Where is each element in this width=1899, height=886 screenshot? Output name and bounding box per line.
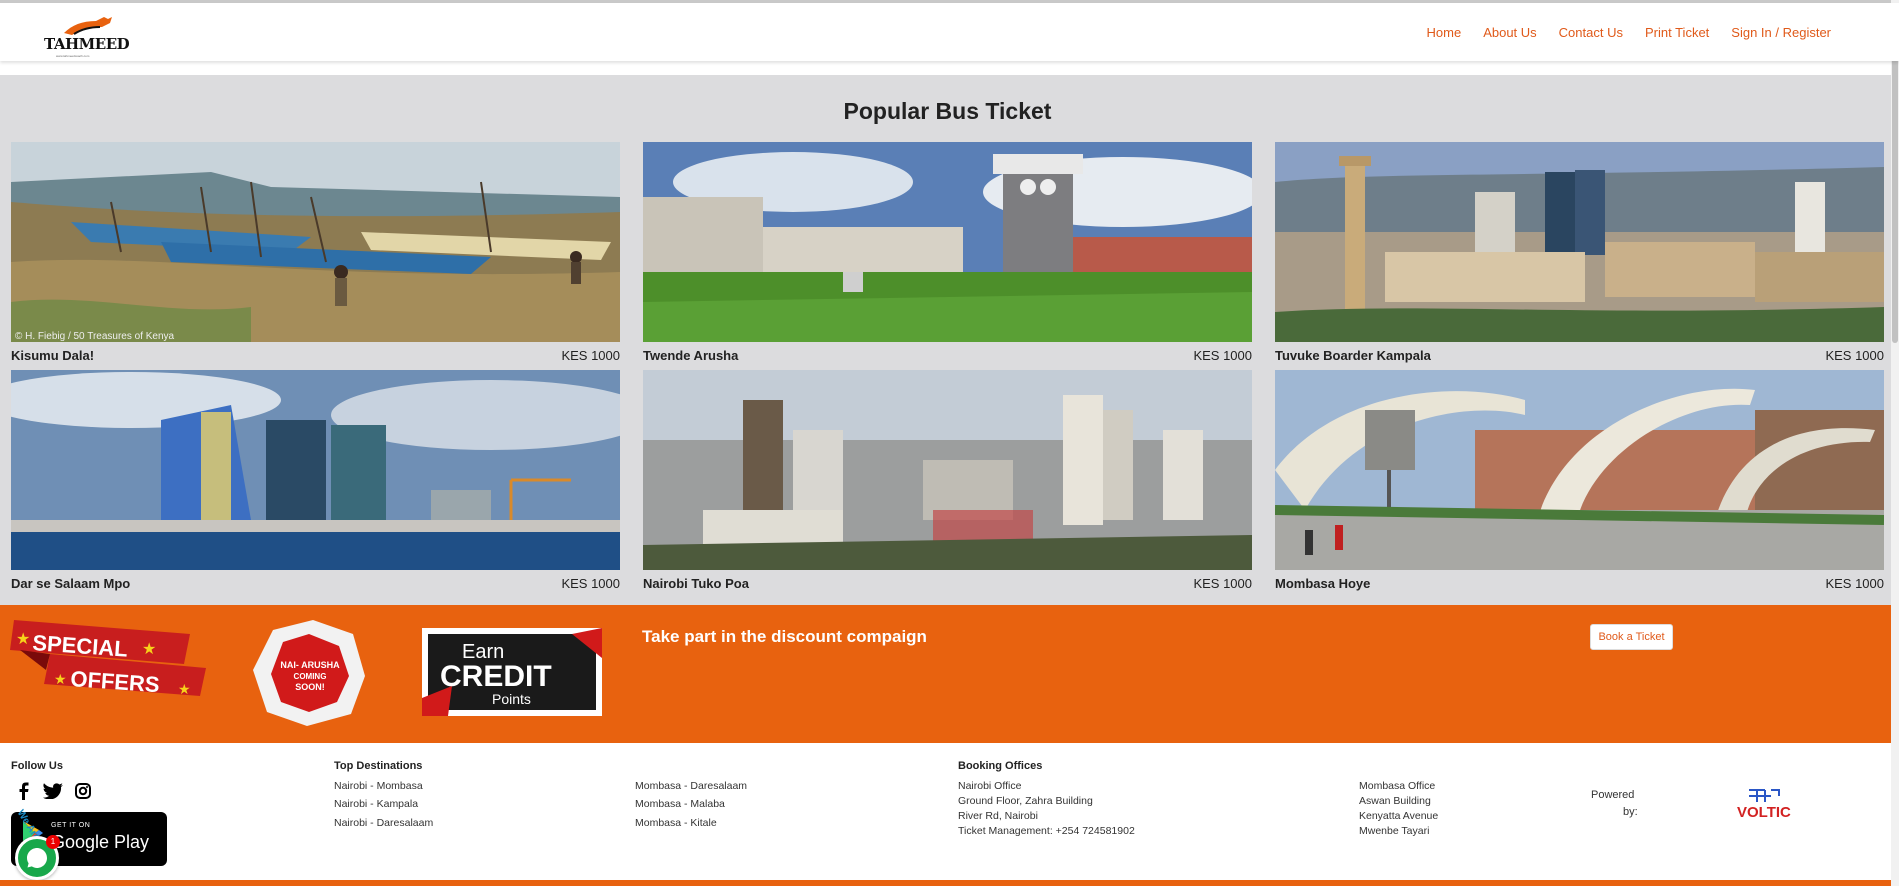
coming-soon-line3: SOON! bbox=[295, 682, 325, 692]
nav-print-ticket[interactable]: Print Ticket bbox=[1645, 25, 1709, 40]
office-line: Mombasa Office bbox=[1359, 780, 1436, 792]
section-title: Popular Bus Ticket bbox=[843, 98, 1052, 124]
nairobi-skyline-image bbox=[643, 370, 1252, 570]
destination-link[interactable]: Mombasa - Malaba bbox=[635, 797, 725, 812]
facebook-icon[interactable] bbox=[16, 782, 30, 800]
ticket-card-mombasa[interactable]: Mombasa Hoye KES 1000 bbox=[1275, 370, 1884, 591]
nav-about-us[interactable]: About Us bbox=[1483, 25, 1536, 40]
svg-text:★: ★ bbox=[16, 629, 30, 648]
whatsapp-icon bbox=[27, 848, 47, 868]
card-price: KES 1000 bbox=[1193, 348, 1252, 363]
ticket-card-nairobi[interactable]: Nairobi Tuko Poa KES 1000 bbox=[643, 370, 1252, 591]
office-line: Kenyatta Avenue bbox=[1359, 810, 1439, 822]
powered-by-label: Powered bbox=[1591, 789, 1635, 801]
google-play-small: GET IT ON bbox=[51, 822, 91, 829]
image-watermark: © H. Fiebig / 50 Treasures of Kenya bbox=[15, 331, 175, 342]
card-name: Dar se Salaam Mpo bbox=[11, 576, 131, 591]
horse-logo-icon bbox=[64, 17, 112, 35]
office-line: Mwenbe Tayari bbox=[1359, 825, 1430, 837]
card-price: KES 1000 bbox=[1825, 348, 1884, 363]
earn-credit-points-badge[interactable]: Earn CREDIT Points bbox=[422, 628, 602, 716]
office-phone: Ticket Management: +254 724581902 bbox=[958, 825, 1135, 837]
card-name: Twende Arusha bbox=[643, 348, 739, 363]
svg-text:★: ★ bbox=[142, 639, 156, 658]
destination-link[interactable]: Nairobi - Kampala bbox=[334, 797, 418, 812]
navbar: TAHMEED www.tahmeedcoach.com Home About … bbox=[0, 3, 1899, 61]
svg-text:★: ★ bbox=[54, 672, 67, 688]
card-name: Mombasa Hoye bbox=[1275, 576, 1371, 591]
card-name: Kisumu Dala! bbox=[11, 348, 95, 363]
ticket-card-arusha[interactable]: Twende Arusha KES 1000 bbox=[643, 142, 1252, 363]
destination-link[interactable]: Mombasa - Daresalaam bbox=[635, 779, 747, 794]
card-price: KES 1000 bbox=[561, 576, 620, 591]
whatsapp-badge: 1 bbox=[46, 835, 60, 849]
logo-text: TAHMEED bbox=[44, 35, 130, 53]
special-offers-badge[interactable]: SPECIAL OFFERS ★ ★ ★ ★ bbox=[10, 614, 206, 698]
twitter-icon[interactable] bbox=[43, 783, 63, 799]
office-line: Aswan Building bbox=[1359, 795, 1431, 807]
voltic-text: VOLTIC bbox=[1737, 804, 1791, 821]
card-name: Tuvuke Boarder Kampala bbox=[1275, 348, 1431, 363]
nav-home[interactable]: Home bbox=[1427, 25, 1462, 40]
follow-us-title: Follow Us bbox=[11, 760, 63, 772]
logo-url: www.tahmeedcoach.com bbox=[56, 54, 90, 58]
google-play-label: Google Play bbox=[51, 832, 150, 852]
tahmeed-logo[interactable]: TAHMEED www.tahmeedcoach.com bbox=[44, 15, 130, 59]
card-price: KES 1000 bbox=[1193, 576, 1252, 591]
voltic-logo[interactable]: VOLTIC bbox=[1735, 786, 1799, 822]
points-text: Points bbox=[492, 691, 531, 707]
card-name: Nairobi Tuko Poa bbox=[643, 576, 749, 591]
nai-arusha-coming-soon-badge[interactable]: NAI- ARUSHA COMING SOON! bbox=[253, 620, 365, 726]
office-line: Ground Floor, Zahra Building bbox=[958, 795, 1093, 807]
nav-sign-in-register[interactable]: Sign In / Register bbox=[1731, 25, 1831, 40]
coming-soon-line2: COMING bbox=[294, 672, 327, 681]
credit-text: CREDIT bbox=[440, 660, 552, 693]
footer bbox=[0, 743, 1899, 886]
main-nav: Home About Us Contact Us Print Ticket Si… bbox=[1427, 25, 1832, 40]
offers-text: OFFERS bbox=[70, 666, 161, 697]
promo-title: Take part in the discount compaign bbox=[642, 627, 927, 646]
arusha-clocktower-image bbox=[643, 142, 1252, 342]
kampala-city-image bbox=[1275, 142, 1884, 342]
top-destinations-title: Top Destinations bbox=[334, 760, 423, 772]
card-price: KES 1000 bbox=[1825, 576, 1884, 591]
booking-offices-title: Booking Offices bbox=[958, 760, 1043, 772]
office-line: Nairobi Office bbox=[958, 780, 1022, 792]
card-price: KES 1000 bbox=[561, 348, 620, 363]
coming-soon-line1: NAI- ARUSHA bbox=[280, 660, 340, 670]
ticket-card-dar-es-salaam[interactable]: Dar se Salaam Mpo KES 1000 bbox=[11, 370, 620, 591]
svg-text:★: ★ bbox=[178, 682, 191, 698]
nav-contact-us[interactable]: Contact Us bbox=[1559, 25, 1623, 40]
footer-bottom-bar bbox=[0, 880, 1899, 886]
destination-link[interactable]: Mombasa - Kitale bbox=[635, 816, 717, 831]
whatsapp-chat-button[interactable]: 1 bbox=[15, 835, 60, 880]
dar-es-salaam-skyline-image bbox=[11, 370, 620, 570]
powered-by-label-2: by: bbox=[1623, 806, 1638, 818]
office-line: River Rd, Nairobi bbox=[958, 810, 1038, 822]
book-ticket-button[interactable]: Book a Ticket bbox=[1590, 624, 1673, 650]
page-scrollbar[interactable] bbox=[1891, 0, 1899, 886]
ticket-card-kisumu[interactable]: © H. Fiebig / 50 Treasures of Kenya Kisu… bbox=[11, 142, 620, 363]
instagram-icon[interactable] bbox=[75, 783, 91, 799]
ticket-card-kampala[interactable]: Tuvuke Boarder Kampala KES 1000 bbox=[1275, 142, 1884, 363]
kisumu-lake-image: © H. Fiebig / 50 Treasures of Kenya bbox=[11, 142, 620, 342]
destination-link[interactable]: Nairobi - Mombasa bbox=[334, 779, 423, 794]
destination-link[interactable]: Nairobi - Daresalaam bbox=[334, 816, 433, 831]
mombasa-tusks-image bbox=[1275, 370, 1884, 570]
